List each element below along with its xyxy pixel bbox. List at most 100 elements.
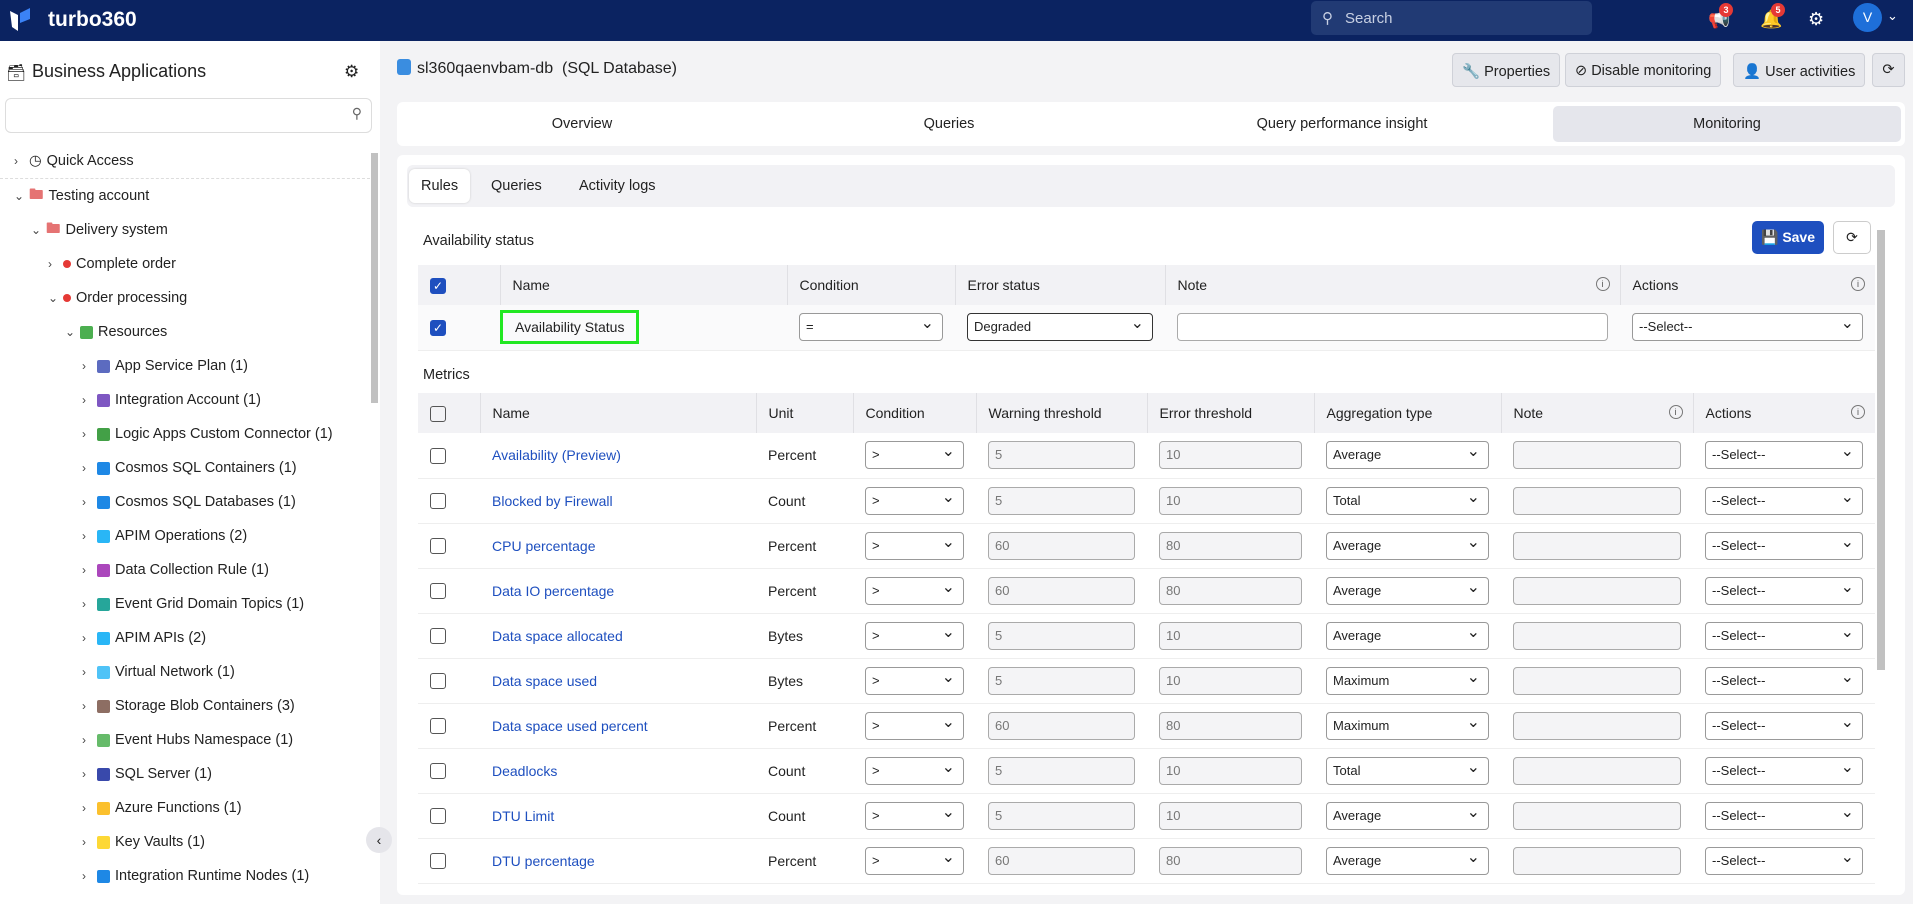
metric-name-link[interactable]: DTU Limit <box>492 808 554 824</box>
error-threshold-input[interactable]: 10 <box>1159 621 1302 650</box>
actions-select[interactable]: --Select-- <box>1705 846 1863 875</box>
select-all-checkbox[interactable]: ✓ <box>430 277 446 294</box>
condition-select[interactable]: > <box>865 576 964 605</box>
note-input[interactable] <box>1513 486 1681 515</box>
tree-item[interactable]: › APIM Operations (2) <box>82 524 247 548</box>
error-threshold-input[interactable]: 80 <box>1159 531 1302 560</box>
actions-select[interactable]: --Select-- <box>1705 756 1863 785</box>
actions-select[interactable]: --Select-- <box>1705 666 1863 695</box>
tree-item[interactable]: › Key Vaults (1) <box>82 830 205 854</box>
row-checkbox[interactable] <box>430 628 446 645</box>
condition-select[interactable]: > <box>865 666 964 695</box>
tree-item[interactable]: › Cosmos SQL Containers (1) <box>82 456 297 480</box>
tree-item[interactable]: › Integration Account (1) <box>82 388 261 412</box>
sidebar-scrollbar[interactable] <box>371 153 378 403</box>
subtab-activity-logs[interactable]: Activity logs <box>567 169 668 203</box>
note-input[interactable] <box>1513 441 1681 470</box>
announcements-icon[interactable]: 📢 3 <box>1708 3 1733 30</box>
tree-item[interactable]: › Logic Apps Custom Connector (1) <box>82 422 333 446</box>
aggregation-type-select[interactable]: Maximum <box>1326 666 1489 695</box>
metric-name-link[interactable]: Data space used percent <box>492 718 648 734</box>
warning-threshold-input[interactable]: 60 <box>988 846 1135 875</box>
condition-select[interactable]: > <box>865 711 964 740</box>
note-input[interactable] <box>1513 531 1681 560</box>
row-checkbox[interactable] <box>430 718 446 735</box>
actions-select[interactable]: --Select-- <box>1705 711 1863 740</box>
aggregation-type-select[interactable]: Average <box>1326 441 1489 470</box>
info-icon[interactable]: i <box>1595 277 1610 291</box>
sidebar-search-input[interactable]: ⚲ <box>5 98 372 133</box>
tree-item[interactable]: › Integration Runtime Nodes (1) <box>82 864 309 888</box>
row-checkbox[interactable] <box>430 538 446 555</box>
warning-threshold-input[interactable]: 5 <box>988 801 1135 830</box>
warning-threshold-input[interactable]: 5 <box>988 756 1135 785</box>
tree-item[interactable]: ⌄ Order processing <box>48 286 187 310</box>
warning-threshold-input[interactable]: 5 <box>988 666 1135 695</box>
error-threshold-input[interactable]: 10 <box>1159 801 1302 830</box>
note-input[interactable] <box>1513 756 1681 785</box>
user-avatar[interactable]: V <box>1853 3 1882 32</box>
metric-name-link[interactable]: Blocked by Firewall <box>492 493 613 509</box>
warning-threshold-input[interactable]: 5 <box>988 621 1135 650</box>
notifications-bell-icon[interactable]: 🔔 5 <box>1760 3 1785 30</box>
metric-name-link[interactable]: Deadlocks <box>492 763 557 779</box>
tab-query-performance-insight[interactable]: Query performance insight <box>1135 106 1549 142</box>
tree-item[interactable]: ⌄ 🖿 Delivery system <box>31 218 168 242</box>
metric-name-link[interactable]: Data space used <box>492 673 597 689</box>
aggregation-type-select[interactable]: Average <box>1326 846 1489 875</box>
aggregation-type-select[interactable]: Average <box>1326 531 1489 560</box>
warning-threshold-input[interactable]: 5 <box>988 486 1135 515</box>
disable-monitoring-button[interactable]: ⊘ Disable monitoring <box>1565 53 1722 87</box>
settings-gear-icon[interactable]: ⚙ <box>1808 9 1824 30</box>
row-checkbox[interactable] <box>430 808 446 825</box>
error-threshold-input[interactable]: 80 <box>1159 576 1302 605</box>
warning-threshold-input[interactable]: 60 <box>988 711 1135 740</box>
row-checkbox[interactable] <box>430 493 446 510</box>
tree-item[interactable]: ⌄ Resources <box>65 320 167 344</box>
refresh-button[interactable]: ⟳ <box>1872 53 1905 87</box>
info-icon[interactable]: i <box>1851 405 1865 419</box>
sidebar-settings-icon[interactable]: ⚙ <box>344 62 359 82</box>
aggregation-type-select[interactable]: Average <box>1326 576 1489 605</box>
metric-name-link[interactable]: Availability (Preview) <box>492 447 621 463</box>
user-activities-button[interactable]: 👤 User activities <box>1733 53 1866 87</box>
note-input[interactable] <box>1513 621 1681 650</box>
tree-item[interactable]: › APIM APIs (2) <box>82 626 206 650</box>
error-threshold-input[interactable]: 10 <box>1159 441 1302 470</box>
tree-item[interactable]: › Complete order <box>48 252 176 276</box>
info-icon[interactable]: i <box>1668 405 1683 419</box>
error-threshold-input[interactable]: 10 <box>1159 756 1302 785</box>
aggregation-type-select[interactable]: Average <box>1326 621 1489 650</box>
warning-threshold-input[interactable]: 60 <box>988 531 1135 560</box>
properties-button[interactable]: 🔧 Properties <box>1452 53 1561 87</box>
actions-select[interactable]: --Select-- <box>1705 621 1863 650</box>
error-threshold-input[interactable]: 10 <box>1159 486 1302 515</box>
condition-select[interactable]: > <box>865 801 964 830</box>
actions-select[interactable]: --Select-- <box>1705 441 1863 470</box>
row-checkbox[interactable] <box>430 853 446 870</box>
tree-item[interactable]: › Storage Blob Containers (3) <box>82 694 295 718</box>
tab-monitoring[interactable]: Monitoring <box>1553 106 1901 142</box>
row-checkbox[interactable] <box>430 673 446 690</box>
tree-item-quick-access[interactable]: › ◷ Quick Access <box>14 149 134 173</box>
save-button[interactable]: 💾 Save <box>1752 221 1824 254</box>
warning-threshold-input[interactable]: 60 <box>988 576 1135 605</box>
condition-select[interactable]: > <box>865 621 964 650</box>
metric-name-link[interactable]: Data IO percentage <box>492 583 614 599</box>
content-scrollbar[interactable] <box>1877 230 1885 670</box>
note-input[interactable] <box>1513 576 1681 605</box>
aggregation-type-select[interactable]: Total <box>1326 756 1489 785</box>
tab-overview[interactable]: Overview <box>401 106 763 142</box>
row-checkbox[interactable] <box>430 763 446 780</box>
tree-item[interactable]: › Cosmos SQL Databases (1) <box>82 490 296 514</box>
aggregation-type-select[interactable]: Average <box>1326 801 1489 830</box>
tree-item[interactable]: ⌄ 🖿 Testing account <box>14 184 149 208</box>
aggregation-type-select[interactable]: Total <box>1326 486 1489 515</box>
actions-select[interactable]: --Select-- <box>1705 576 1863 605</box>
tab-queries[interactable]: Queries <box>763 106 1135 142</box>
note-input[interactable] <box>1513 801 1681 830</box>
condition-select[interactable]: = <box>799 313 943 342</box>
metric-name-link[interactable]: Data space allocated <box>492 628 623 644</box>
tree-item[interactable]: › Data Collection Rule (1) <box>82 558 269 582</box>
condition-select[interactable]: > <box>865 441 964 470</box>
